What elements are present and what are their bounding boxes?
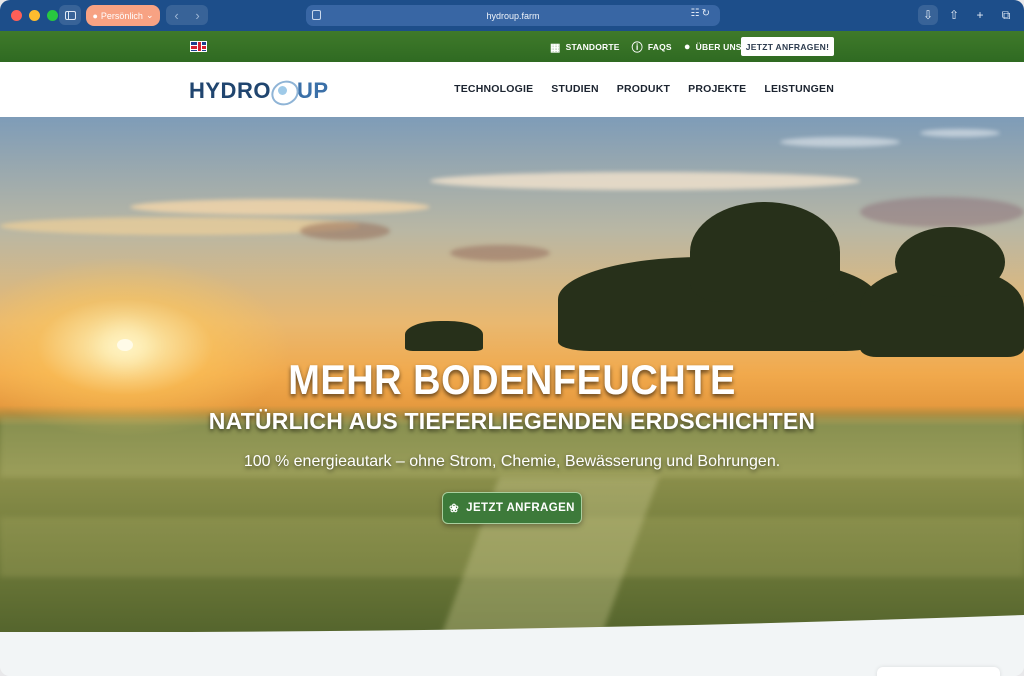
browser-window: ● Persönlich ⌄ ‹ › hydroup.farm ☷↻ ⇩ ⇧ +… xyxy=(0,0,1024,676)
person-icon: ● xyxy=(92,10,98,21)
logo-orbit-icon xyxy=(269,76,299,106)
hero-banner: MEHR BODENFEUCHTE NATÜRLICH AUS TIEFERLI… xyxy=(0,117,1024,632)
url-text: hydroup.farm xyxy=(486,10,540,21)
map-icon: ▦ xyxy=(550,41,561,54)
page-settings-icon[interactable] xyxy=(312,10,321,20)
link-label: STANDORTE xyxy=(565,42,620,52)
downloads-icon[interactable]: ⇩ xyxy=(918,5,938,25)
minimize-window-button[interactable] xyxy=(29,10,40,21)
link-standorte[interactable]: ▦ STANDORTE xyxy=(550,41,620,54)
main-menu: TECHNOLOGIE STUDIEN PRODUKT PROJEKTE LEI… xyxy=(454,83,834,95)
window-controls xyxy=(11,10,58,21)
close-window-button[interactable] xyxy=(11,10,22,21)
hero-cloud xyxy=(450,245,550,261)
hero-cloud xyxy=(430,172,860,190)
hero-tagline: 100 % energieautark – ohne Strom, Chemie… xyxy=(243,453,781,470)
request-button-hero[interactable]: ❀ JETZT ANFRAGEN xyxy=(442,492,582,524)
hero-cloud xyxy=(130,199,430,215)
chat-bubble-icon: ● xyxy=(683,41,691,53)
new-tab-icon[interactable]: + xyxy=(970,5,990,25)
share-icon[interactable]: ⇧ xyxy=(944,5,964,25)
back-arrow-icon[interactable]: ‹ xyxy=(174,8,178,23)
hero-headline: MEHR BODENFEUCHTE xyxy=(288,357,736,405)
chevron-down-icon: ⌄ xyxy=(145,10,154,20)
hero-cloud xyxy=(300,222,390,240)
next-section xyxy=(0,632,1024,676)
logo-text-right: UP xyxy=(296,78,329,103)
sun xyxy=(117,339,133,351)
toolbar-actions: ⇩ ⇧ + ⧉ xyxy=(918,5,1016,25)
sidebar-icon xyxy=(64,10,76,20)
menu-item-produkt[interactable]: PRODUKT xyxy=(617,83,670,95)
reload-icon[interactable]: ↻ xyxy=(702,8,712,19)
link-ueber-uns[interactable]: ● ÜBER UNS xyxy=(684,41,742,53)
address-bar[interactable]: hydroup.farm ☷↻ xyxy=(306,5,720,26)
forward-arrow-icon[interactable]: › xyxy=(195,8,199,23)
info-icon: ⓘ xyxy=(631,42,643,54)
hero-cloud xyxy=(860,197,1024,227)
hero-subheadline: NATÜRLICH AUS TIEFERLIEGENDEN ERDSCHICHT… xyxy=(208,408,816,434)
utility-links: ▦ STANDORTE ⓘ FAQS ● ÜBER UNS xyxy=(550,39,742,55)
leaf-icon: ❀ xyxy=(449,503,460,515)
floating-card xyxy=(877,667,1000,676)
profile-button[interactable]: ● Persönlich ⌄ xyxy=(86,5,160,26)
menu-item-studien[interactable]: STUDIEN xyxy=(551,83,599,95)
hero-cloud xyxy=(920,129,1000,137)
uk-flag-icon[interactable] xyxy=(190,41,207,52)
menu-item-projekte[interactable]: PROJEKTE xyxy=(688,83,746,95)
logo[interactable]: HYDRO UP xyxy=(189,76,329,106)
request-button-top[interactable]: JETZT ANFRAGEN! xyxy=(741,37,834,56)
zoom-window-button[interactable] xyxy=(47,10,58,21)
history-navigation: ‹ › xyxy=(166,5,208,25)
translate-icon[interactable]: ☷ xyxy=(691,8,702,19)
utility-bar: ▦ STANDORTE ⓘ FAQS ● ÜBER UNS JETZT ANFR… xyxy=(0,31,1024,62)
link-label: ÜBER UNS xyxy=(695,42,742,52)
tab-overview-icon[interactable]: ⧉ xyxy=(996,5,1016,25)
menu-item-technologie[interactable]: TECHNOLOGIE xyxy=(454,83,533,95)
sidebar-toggle-button[interactable] xyxy=(59,5,81,25)
main-header: HYDRO UP TECHNOLOGIE STUDIEN PRODUKT PRO… xyxy=(0,62,1024,117)
profile-label: Persönlich xyxy=(100,10,143,21)
hero-trees xyxy=(690,202,840,302)
hero-trees xyxy=(895,227,1005,297)
link-faqs[interactable]: ⓘ FAQS xyxy=(632,39,672,55)
browser-toolbar: ● Persönlich ⌄ ‹ › hydroup.farm ☷↻ ⇩ ⇧ +… xyxy=(0,0,1024,31)
request-button-label: JETZT ANFRAGEN xyxy=(466,502,575,514)
link-label: FAQS xyxy=(647,42,672,52)
hero-trees xyxy=(405,321,483,351)
menu-item-leistungen[interactable]: LEISTUNGEN xyxy=(764,83,834,95)
logo-text-left: HYDRO xyxy=(189,78,271,103)
hero-cloud xyxy=(780,137,900,147)
